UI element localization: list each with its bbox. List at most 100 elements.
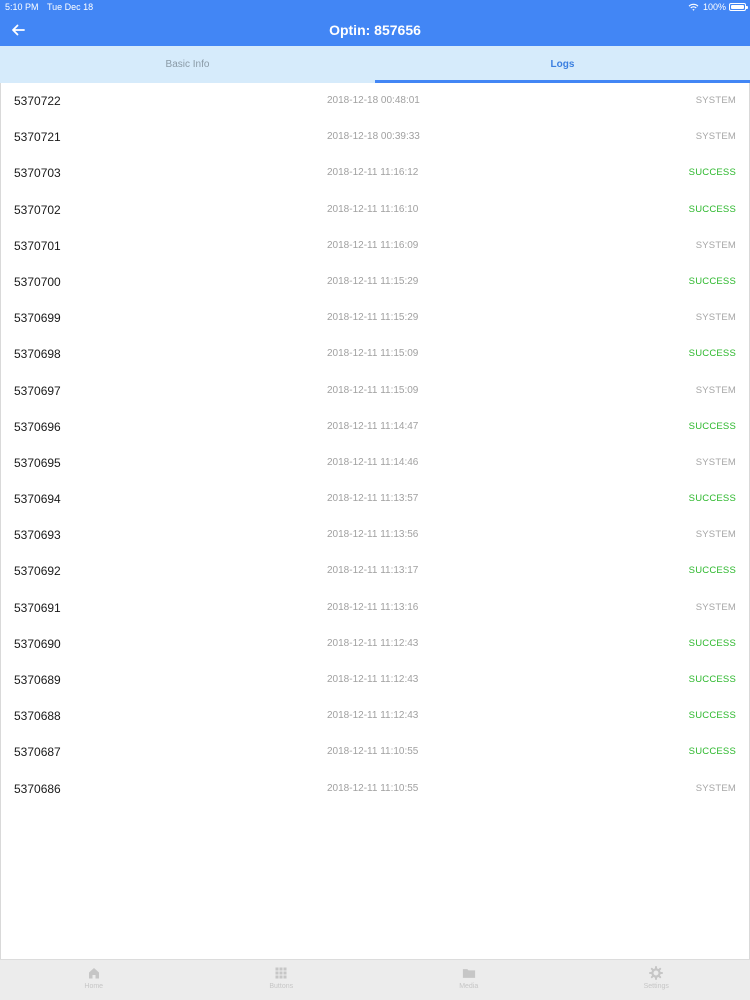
log-timestamp: 2018-12-11 11:15:29	[327, 275, 419, 287]
log-timestamp: 2018-12-11 11:10:55	[327, 782, 419, 794]
log-status: SUCCESS	[688, 348, 736, 360]
tabbar-label: Home	[84, 983, 104, 990]
log-row[interactable]: 5370695 2018-12-11 11:14:46 SYSTEM	[1, 445, 749, 481]
log-timestamp: 2018-12-11 11:14:46	[327, 456, 419, 468]
log-id: 5370686	[14, 781, 61, 796]
log-list: 5370722 2018-12-18 00:48:01 SYSTEM 53707…	[0, 83, 750, 959]
log-id: 5370692	[14, 564, 61, 579]
log-timestamp: 2018-12-11 11:13:17	[327, 565, 419, 577]
tab-basic-info[interactable]: Basic Info	[0, 46, 375, 83]
log-status: SUCCESS	[688, 565, 736, 577]
log-row[interactable]: 5370722 2018-12-18 00:48:01 SYSTEM	[1, 83, 749, 119]
log-row[interactable]: 5370702 2018-12-11 11:16:10 SUCCESS	[1, 192, 749, 228]
log-timestamp: 2018-12-11 11:15:09	[327, 384, 419, 396]
tabbar-home[interactable]: Home	[0, 960, 188, 1000]
log-timestamp: 2018-12-11 11:12:43	[327, 637, 419, 649]
log-status: SYSTEM	[695, 384, 736, 396]
log-timestamp: 2018-12-11 11:13:16	[327, 601, 419, 613]
log-id: 5370703	[14, 166, 61, 181]
log-status: SYSTEM	[695, 95, 736, 106]
log-timestamp: 2018-12-11 11:16:12	[327, 167, 419, 179]
log-row[interactable]: 5370692 2018-12-11 11:13:17 SUCCESS	[1, 553, 749, 589]
tabbar-media[interactable]: Media	[375, 960, 563, 1000]
log-status: SYSTEM	[695, 782, 736, 794]
log-status: SUCCESS	[688, 493, 736, 505]
log-row[interactable]: 5370689 2018-12-11 11:12:43 SUCCESS	[1, 662, 749, 698]
tabbar-label: Media	[459, 983, 479, 990]
log-id: 5370702	[14, 202, 61, 217]
log-timestamp: 2018-12-11 11:12:43	[327, 674, 419, 685]
log-timestamp: 2018-12-11 11:10:55	[327, 746, 419, 758]
grid-icon	[275, 967, 287, 979]
log-id: 5370701	[14, 238, 61, 253]
log-timestamp: 2018-12-11 11:13:56	[327, 529, 419, 541]
log-timestamp: 2018-12-18 00:48:01	[327, 95, 420, 106]
segment-tabs: Basic Info Logs	[0, 46, 750, 83]
log-timestamp: 2018-12-11 11:16:10	[327, 203, 419, 215]
log-id: 5370693	[14, 528, 61, 543]
log-row[interactable]: 5370691 2018-12-11 11:13:16 SYSTEM	[1, 590, 749, 626]
log-id: 5370687	[14, 745, 61, 760]
log-row[interactable]: 5370703 2018-12-11 11:16:12 SUCCESS	[1, 155, 749, 191]
app-screen: 5:10 PM Tue Dec 18 100% Optin: 857656 Ba…	[0, 0, 750, 1000]
log-row[interactable]: 5370686 2018-12-11 11:10:55 SYSTEM	[1, 771, 749, 807]
log-status: SUCCESS	[688, 637, 736, 649]
log-status: SUCCESS	[688, 674, 736, 685]
log-status: SUCCESS	[688, 420, 736, 432]
log-status: SUCCESS	[688, 710, 736, 722]
log-id: 5370696	[14, 419, 61, 434]
tabbar-settings[interactable]: Settings	[563, 960, 750, 1000]
log-status: SUCCESS	[688, 203, 736, 215]
nav-bar: Optin: 857656	[0, 14, 750, 46]
log-status: SYSTEM	[695, 529, 736, 541]
bottom-tab-bar: Home Buttons Media Settings	[0, 959, 750, 1000]
log-row[interactable]: 5370690 2018-12-11 11:12:43 SUCCESS	[1, 626, 749, 662]
log-status: SYSTEM	[695, 239, 736, 251]
log-id: 5370689	[14, 673, 61, 687]
gear-icon	[649, 966, 664, 980]
log-row[interactable]: 5370698 2018-12-11 11:15:09 SUCCESS	[1, 336, 749, 372]
log-row[interactable]: 5370700 2018-12-11 11:15:29 SUCCESS	[1, 264, 749, 300]
log-row[interactable]: 5370693 2018-12-11 11:13:56 SYSTEM	[1, 517, 749, 553]
battery-percent: 100%	[702, 2, 726, 12]
log-id: 5370721	[14, 130, 61, 145]
log-id: 5370699	[14, 311, 61, 326]
log-status: SUCCESS	[688, 167, 736, 179]
log-id: 5370697	[14, 383, 61, 398]
log-timestamp: 2018-12-11 11:15:09	[327, 348, 419, 360]
status-date: Tue Dec 18	[47, 2, 94, 12]
log-timestamp: 2018-12-11 11:13:57	[327, 493, 419, 505]
log-row[interactable]: 5370699 2018-12-11 11:15:29 SYSTEM	[1, 300, 749, 336]
log-row[interactable]: 5370696 2018-12-11 11:14:47 SUCCESS	[1, 409, 749, 445]
log-row[interactable]: 5370697 2018-12-11 11:15:09 SYSTEM	[1, 373, 749, 409]
home-icon	[88, 968, 99, 979]
log-row[interactable]: 5370721 2018-12-18 00:39:33 SYSTEM	[1, 119, 749, 155]
log-id: 5370690	[14, 636, 61, 651]
log-row[interactable]: 5370694 2018-12-11 11:13:57 SUCCESS	[1, 481, 749, 517]
wifi-icon	[688, 3, 699, 11]
tab-logs[interactable]: Logs	[375, 46, 750, 83]
tabbar-label: Buttons	[269, 983, 294, 990]
tabbar-buttons[interactable]: Buttons	[188, 960, 376, 1000]
log-timestamp: 2018-12-11 11:16:09	[327, 239, 419, 251]
status-right: 100%	[688, 0, 748, 14]
folder-icon	[462, 969, 475, 978]
log-timestamp: 2018-12-18 00:39:33	[327, 131, 420, 143]
log-status: SYSTEM	[695, 456, 736, 468]
log-status: SYSTEM	[695, 312, 736, 324]
log-row[interactable]: 5370688 2018-12-11 11:12:43 SUCCESS	[1, 698, 749, 734]
page-title: Optin: 857656	[329, 22, 421, 38]
log-id: 5370691	[14, 600, 61, 615]
tabbar-label: Settings	[643, 983, 669, 990]
status-time: 5:10 PM	[5, 2, 39, 12]
log-id: 5370700	[14, 274, 61, 289]
log-id: 5370722	[14, 94, 61, 108]
status-bar: 5:10 PM Tue Dec 18 100%	[0, 0, 750, 14]
log-row[interactable]: 5370701 2018-12-11 11:16:09 SYSTEM	[1, 228, 749, 264]
log-timestamp: 2018-12-11 11:12:43	[327, 710, 419, 722]
log-id: 5370695	[14, 455, 61, 470]
log-row[interactable]: 5370687 2018-12-11 11:10:55 SUCCESS	[1, 734, 749, 770]
log-status: SYSTEM	[695, 131, 736, 143]
log-timestamp: 2018-12-11 11:14:47	[327, 420, 419, 432]
log-status: SYSTEM	[695, 601, 736, 613]
